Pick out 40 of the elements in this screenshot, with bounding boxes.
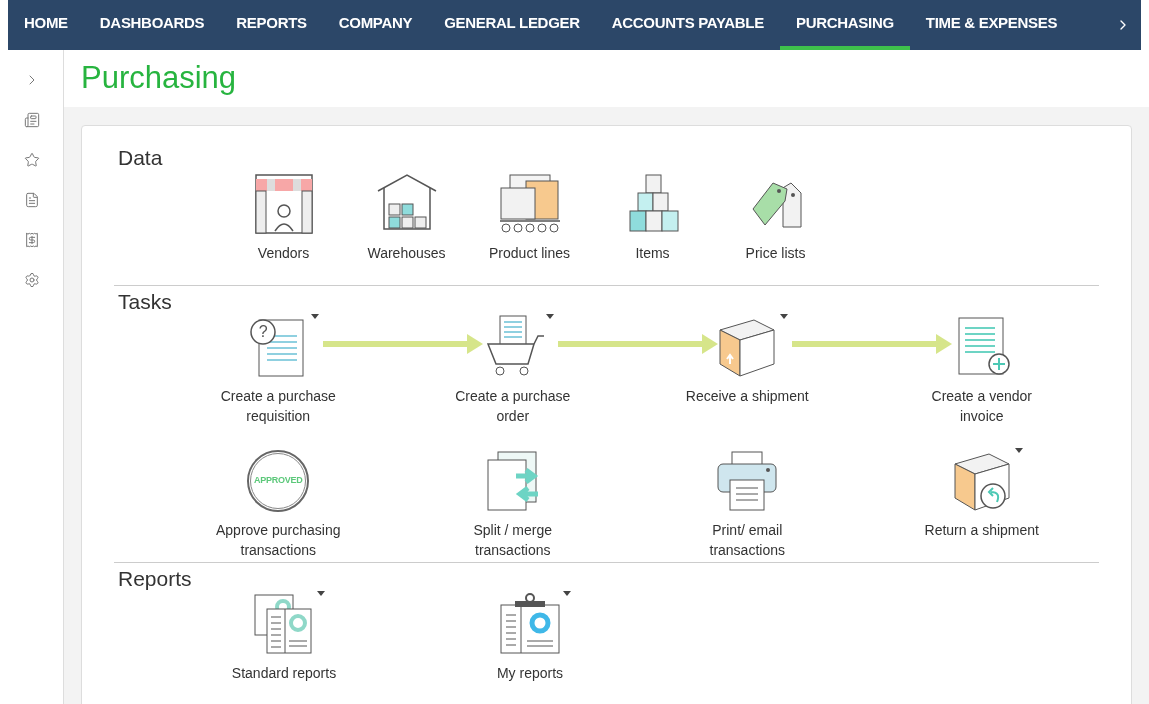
list-icon[interactable]	[23, 112, 40, 128]
receipt-icon[interactable]	[23, 232, 40, 248]
tile-label[interactable]: Split / merge transactions	[442, 520, 583, 560]
nav-tab[interactable]: PURCHASING	[779, 0, 910, 50]
nav-tab[interactable]: HOME	[8, 0, 84, 50]
tile-label[interactable]: Price lists	[745, 243, 806, 283]
settings-icon[interactable]	[23, 272, 40, 288]
dropdown-caret-icon[interactable]	[1014, 448, 1023, 453]
nav-tab[interactable]: REPORTS	[220, 0, 323, 50]
dropdown-caret-icon[interactable]	[311, 314, 320, 319]
tile-label[interactable]: Items	[635, 243, 670, 283]
nav-tab[interactable]: ACCOUNTS PAYABLE	[595, 0, 780, 50]
document-icon[interactable]	[23, 192, 40, 208]
section-title: Tasks	[117, 290, 173, 314]
tile-label[interactable]: My reports	[496, 663, 564, 703]
tile-label[interactable]: Create a purchase requisition	[208, 386, 349, 426]
dropdown-caret-icon[interactable]	[780, 314, 789, 319]
dropdown-caret-icon[interactable]	[563, 591, 571, 596]
tile-label[interactable]: Approve purchasing transactions	[208, 520, 349, 560]
dropdown-caret-icon[interactable]	[317, 591, 325, 596]
tile-label[interactable]: Return a shipment	[924, 520, 1039, 560]
dropdown-caret-icon[interactable]	[545, 314, 554, 319]
nav-tab[interactable]: TIME & EXPENSES	[909, 0, 1074, 50]
tile-label[interactable]: Warehouses	[367, 243, 446, 283]
tile-label[interactable]: Print/ email transactions	[677, 520, 818, 560]
nav-tab[interactable]: COMPANY	[322, 0, 429, 50]
tile-label[interactable]: Vendors	[257, 243, 310, 283]
clipboard-report-icon	[497, 591, 563, 657]
tile-label[interactable]: Create a vendor invoice	[911, 386, 1052, 426]
star-icon[interactable]	[23, 152, 40, 168]
nav-tab[interactable]: DASHBOARDS	[83, 0, 221, 50]
section-title: Reports	[117, 567, 193, 591]
tile-label[interactable]: Product lines	[489, 243, 570, 283]
tile-label[interactable]: Create a purchase order	[442, 386, 583, 426]
question-mark: ?	[257, 323, 269, 341]
tile-label[interactable]: Standard reports	[231, 663, 337, 703]
tile-label[interactable]: Receive a shipment	[685, 386, 809, 426]
page-title: Purchasing	[81, 59, 237, 98]
nav-tab[interactable]: GENERAL LEDGER	[428, 0, 596, 50]
section-title: Data	[117, 146, 164, 170]
